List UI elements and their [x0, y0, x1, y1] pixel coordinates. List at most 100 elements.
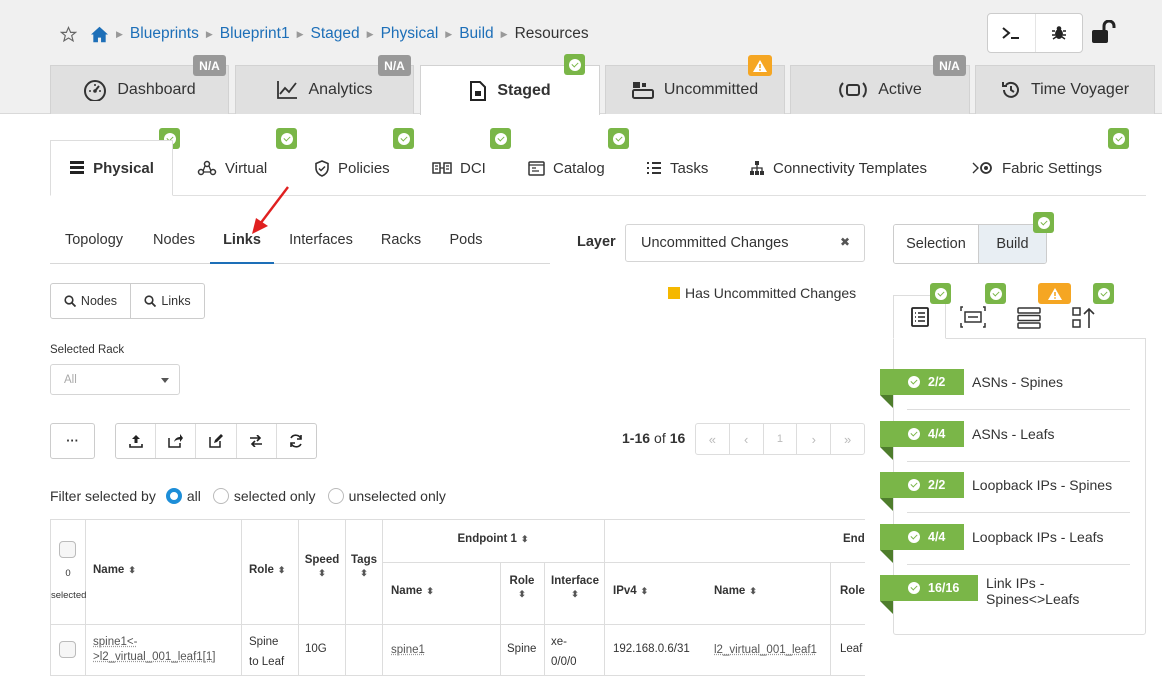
page-number[interactable]: 1: [762, 424, 797, 454]
swap-button[interactable]: [235, 424, 276, 458]
subtab-tasks[interactable]: Tasks: [632, 140, 722, 196]
row-name-line: >l2_virtual_001_leaf1[1]: [93, 651, 216, 663]
filter-option-selected-only[interactable]: selected only: [212, 488, 316, 504]
resource-label[interactable]: ASNs - Leafs: [972, 426, 1054, 442]
fabric-settings-icon: [972, 162, 992, 174]
sort-order-icon: [1072, 307, 1095, 328]
select-all-checkbox[interactable]: [59, 541, 76, 558]
view-tab-pods[interactable]: Pods: [443, 232, 489, 264]
radio-selected-icon[interactable]: [165, 488, 182, 504]
flag-fold: [880, 498, 893, 511]
radio-icon[interactable]: [212, 488, 229, 504]
row-ep1-name[interactable]: spine1: [391, 644, 425, 656]
subtab-dci[interactable]: DCI: [418, 140, 500, 196]
grid-line: [241, 520, 242, 675]
resource-label[interactable]: Loopback IPs - Spines: [972, 477, 1112, 493]
subtab-policies[interactable]: Policies: [300, 140, 404, 196]
col-ep2-role-header[interactable]: Role: [840, 585, 865, 597]
endpoint1-group-header[interactable]: Endpoint 1 ⬍: [382, 533, 604, 545]
subtab-label: Physical: [93, 159, 154, 177]
breadcrumb-build[interactable]: Build: [459, 25, 493, 43]
sort-icon: ⬍: [518, 589, 526, 599]
terminal-button[interactable]: [988, 14, 1035, 52]
filter-option-all[interactable]: all: [165, 488, 201, 504]
col-role-header[interactable]: Role ⬍: [249, 564, 285, 576]
debug-button[interactable]: [1034, 14, 1083, 52]
upload-icon: [128, 435, 143, 448]
radio-icon[interactable]: [327, 488, 344, 504]
device-profiles-tab[interactable]: [1017, 307, 1041, 329]
resource-label[interactable]: Link IPs - Spines<>Leafs: [986, 575, 1079, 607]
row-role-line: Spine: [249, 636, 279, 648]
check-icon: [1097, 287, 1110, 300]
col-name-header[interactable]: Name ⬍: [93, 564, 136, 576]
unlock-icon[interactable]: [1091, 20, 1117, 44]
layer-select[interactable]: Uncommitted Changes ✖: [625, 224, 865, 262]
search-nodes-button[interactable]: Nodes: [50, 283, 131, 319]
view-tab-topology[interactable]: Topology: [56, 232, 132, 264]
subtab-connectivity-templates[interactable]: Connectivity Templates: [735, 140, 941, 196]
na-badge: N/A: [193, 55, 226, 76]
filter-option-unselected-only[interactable]: unselected only: [327, 488, 446, 504]
view-tab-links[interactable]: Links: [210, 232, 274, 264]
view-tab-racks[interactable]: Racks: [375, 232, 427, 264]
breadcrumb-blueprints[interactable]: Blueprints: [130, 25, 199, 43]
clear-icon[interactable]: ✖: [840, 235, 850, 249]
na-badge: N/A: [378, 55, 411, 76]
subtab-catalog[interactable]: Catalog: [514, 140, 619, 196]
warning-icon: [753, 59, 767, 72]
check-icon: [989, 287, 1002, 300]
breadcrumb-physical[interactable]: Physical: [381, 25, 439, 43]
tasks-icon: [647, 162, 661, 174]
view-tab-interfaces[interactable]: Interfaces: [283, 232, 359, 264]
col-speed-header[interactable]: Speed ⬍: [299, 554, 345, 579]
subtab-fabric-settings[interactable]: Fabric Settings: [958, 140, 1116, 196]
shield-icon: [315, 159, 329, 177]
selection-tab[interactable]: Selection: [894, 225, 978, 263]
edit-button[interactable]: [195, 424, 235, 458]
resource-label[interactable]: ASNs - Spines: [972, 374, 1063, 390]
row-name[interactable]: spine1<- >l2_virtual_001_leaf1[1]: [93, 635, 215, 665]
search-links-button[interactable]: Links: [130, 283, 205, 319]
subtab-physical[interactable]: Physical: [50, 140, 173, 196]
grid-line: [51, 624, 865, 625]
last-page-button[interactable]: »: [830, 424, 864, 454]
header-label: Speed: [304, 554, 340, 566]
endpoint2-group-header[interactable]: Endp: [843, 533, 865, 545]
next-page-button[interactable]: ›: [796, 424, 830, 454]
view-tab-nodes[interactable]: Nodes: [145, 232, 203, 264]
col-ep1-role-header[interactable]: Role ⬍: [500, 575, 544, 600]
export-button[interactable]: [155, 424, 195, 458]
star-icon[interactable]: [60, 25, 77, 43]
first-page-button[interactable]: «: [696, 424, 729, 454]
pagination-range: 1-16: [622, 430, 651, 446]
grid-line: [382, 562, 865, 563]
col-ep1-interface-header[interactable]: Interface ⬍: [545, 575, 605, 600]
sort-order-tab[interactable]: [1072, 307, 1096, 329]
tab-time-voyager[interactable]: Time Voyager: [975, 65, 1155, 114]
row-ep1-ipv4: 192.168.0.6/31: [613, 643, 690, 655]
check-icon: [908, 376, 920, 388]
breadcrumb-staged[interactable]: Staged: [311, 25, 360, 43]
col-ep1-name-header[interactable]: Name ⬍: [391, 585, 434, 597]
refresh-button[interactable]: [275, 424, 316, 458]
selected-rack-select[interactable]: All: [50, 364, 180, 395]
home-icon[interactable]: [90, 26, 109, 43]
prev-page-button[interactable]: ‹: [728, 424, 763, 454]
interface-maps-tab[interactable]: [960, 306, 986, 328]
row-ep2-name[interactable]: l2_virtual_001_leaf1: [714, 644, 817, 656]
col-tags-header[interactable]: Tags ⬍: [346, 554, 382, 579]
share-icon: [168, 434, 184, 448]
links-table: 0 selected Name ⬍ Role ⬍ Speed ⬍ Tags ⬍ Endp…: [50, 519, 865, 676]
breadcrumb-blueprint1[interactable]: Blueprint1: [220, 25, 290, 43]
server-rack-icon: [1017, 307, 1041, 329]
resource-label[interactable]: Loopback IPs - Leafs: [972, 529, 1104, 545]
import-button[interactable]: [116, 424, 155, 458]
physical-icon: [70, 161, 85, 174]
sort-icon: ⬍: [426, 585, 434, 596]
col-ep2-name-header[interactable]: Name ⬍: [714, 585, 757, 597]
col-ep1-ipv4-header[interactable]: IPv4 ⬍: [613, 585, 648, 597]
more-actions-button[interactable]: ···: [50, 423, 95, 459]
selected-count-label: selected: [51, 590, 87, 601]
row-checkbox[interactable]: [59, 641, 76, 658]
